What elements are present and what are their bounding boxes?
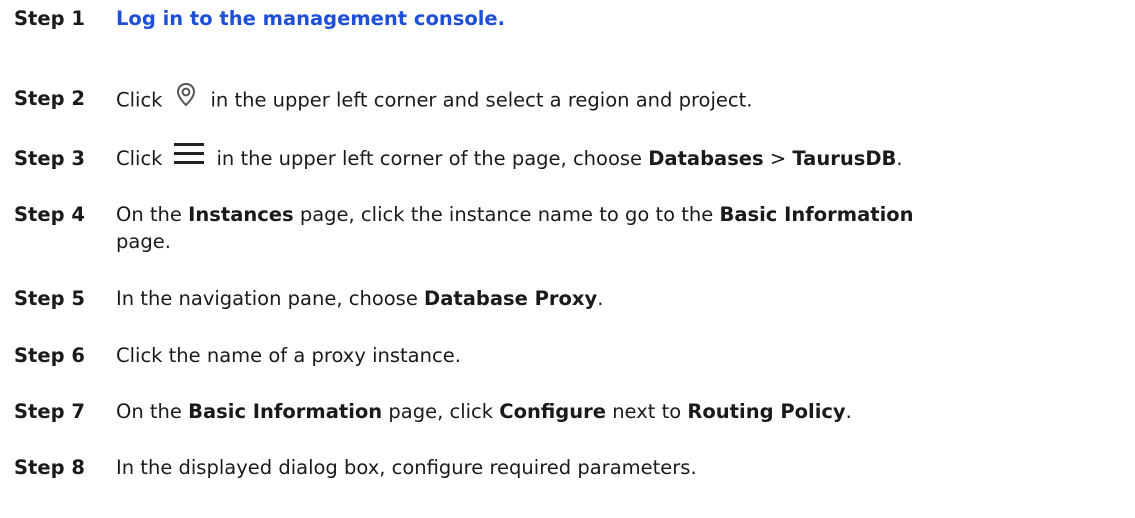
step-label: Step 7	[14, 400, 85, 423]
management-console-link[interactable]: Log in to the management console.	[116, 7, 505, 30]
step-text: Click	[116, 88, 163, 112]
step-text: page, click the instance name to go to t…	[299, 203, 714, 226]
step-label: Step 8	[14, 456, 85, 479]
step-text: in the upper left corner of the page, ch…	[216, 147, 643, 170]
step-label: Step 5	[14, 287, 85, 310]
step-label: Step 2	[14, 87, 85, 110]
step-text: On the	[116, 400, 182, 423]
step-text: in the upper left corner and select a re…	[210, 88, 753, 112]
instances-term: Instances	[188, 203, 294, 226]
period: .	[597, 287, 604, 310]
step-text: In the navigation pane, choose	[116, 287, 418, 310]
step-text: page, click	[388, 400, 494, 423]
step-body: On the Basic Information page, click Con…	[116, 398, 852, 425]
step-text: Click the name of a proxy instance.	[116, 344, 461, 367]
basic-information-term: Basic Information	[188, 400, 383, 423]
databases-term: Databases	[648, 147, 764, 170]
database-proxy-term: Database Proxy	[424, 287, 598, 310]
step-label: Step 6	[14, 344, 85, 367]
step-body: Click the name of a proxy instance.	[116, 342, 461, 369]
separator: >	[769, 147, 787, 170]
step-body: In the navigation pane, choose Database …	[116, 285, 603, 312]
step-body: In the displayed dialog box, configure r…	[116, 454, 697, 481]
step-body: Log in to the management console.	[116, 5, 505, 32]
taurusdb-term: TaurusDB	[792, 147, 897, 170]
step-body: Click in the upper left corner of the pag…	[116, 142, 903, 174]
period: .	[845, 400, 852, 423]
step-body: On the Instances page, click the instanc…	[116, 201, 914, 228]
step-body: Click in the upper left corner and select…	[116, 82, 753, 117]
step-label: Step 4	[14, 203, 85, 226]
step-label: Step 3	[14, 147, 85, 170]
configure-term: Configure	[499, 400, 606, 423]
step-label: Step 1	[14, 7, 85, 30]
location-pin-icon	[170, 79, 202, 111]
period: .	[896, 147, 903, 170]
step-text: next to	[612, 400, 682, 423]
basic-information-term: Basic Information	[719, 203, 914, 226]
step-text: On the	[116, 203, 182, 226]
hamburger-menu-icon	[172, 140, 206, 168]
step-text: Click	[116, 147, 163, 170]
routing-policy-term: Routing Policy	[687, 400, 846, 423]
step-continuation: page.	[116, 230, 171, 253]
step-text: In the displayed dialog box, configure r…	[116, 456, 697, 479]
